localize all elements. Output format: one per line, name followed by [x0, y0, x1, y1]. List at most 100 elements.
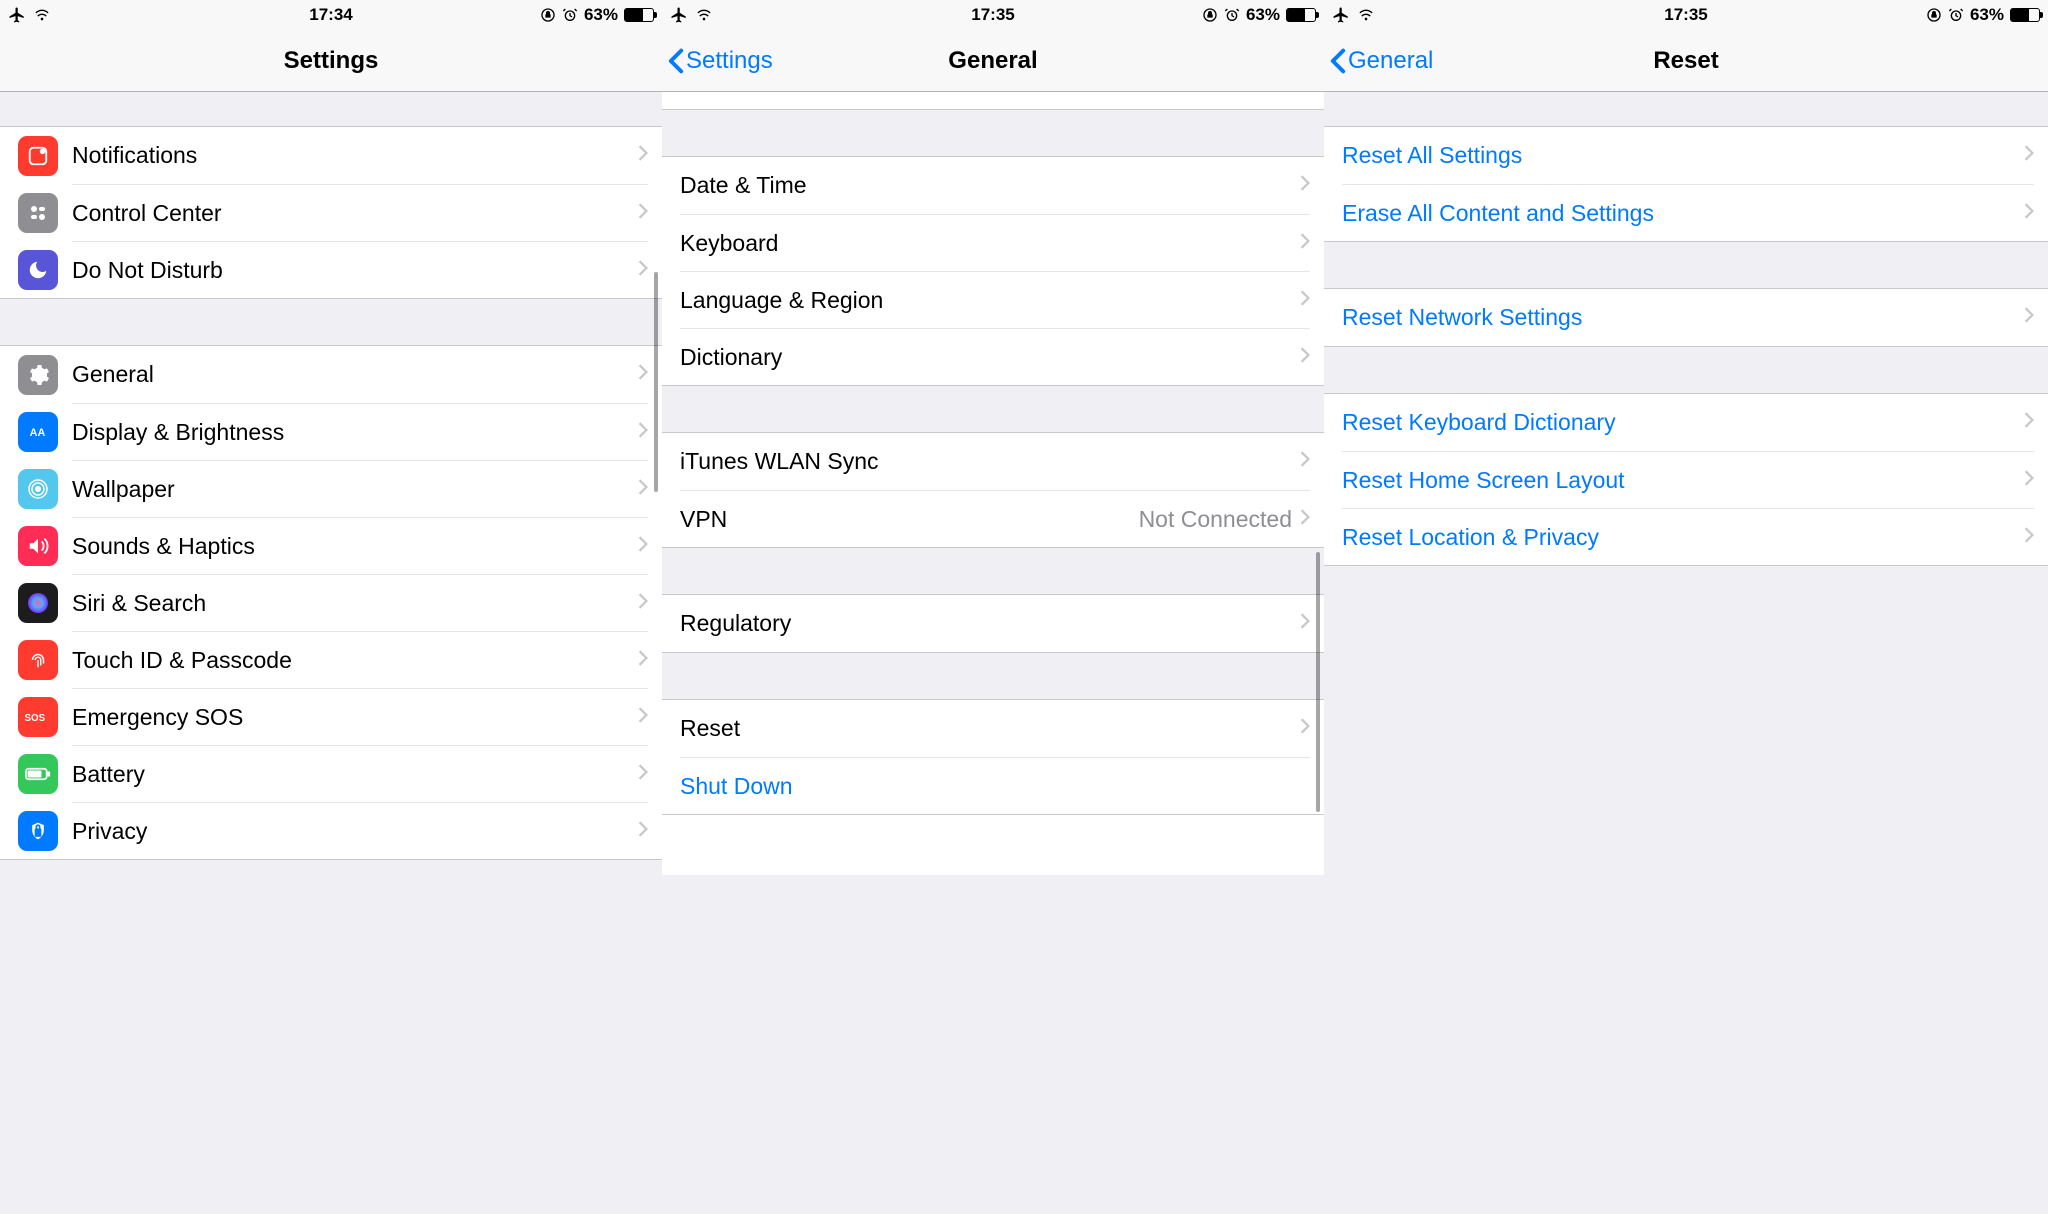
status-time: 17:34: [309, 5, 352, 25]
cell-label: Reset All Settings: [1342, 142, 2024, 169]
back-button[interactable]: Settings: [668, 47, 773, 75]
page-title: Reset: [1653, 47, 1718, 75]
chevron-right-icon: [2024, 307, 2034, 328]
nav-bar: Settings: [0, 30, 662, 92]
cell-label: Emergency SOS: [72, 704, 638, 731]
airplane-mode-icon: [8, 6, 26, 24]
wifi-icon: [32, 7, 52, 23]
wifi-icon: [694, 7, 714, 23]
cell-label: iTunes WLAN Sync: [680, 448, 1300, 475]
wallpaper-icon: [18, 469, 58, 509]
cell-label: Erase All Content and Settings: [1342, 200, 2024, 227]
row-siri-search[interactable]: Siri & Search: [0, 574, 662, 631]
row-reset-all-settings[interactable]: Reset All Settings: [1324, 127, 2048, 184]
row-do-not-disturb[interactable]: Do Not Disturb: [0, 241, 662, 298]
row-language-region[interactable]: Language & Region: [662, 271, 1324, 328]
row-control-center[interactable]: Control Center: [0, 184, 662, 241]
row-erase-all-content-and-settings[interactable]: Erase All Content and Settings: [1324, 184, 2048, 241]
battery-icon: [624, 8, 654, 22]
airplane-mode-icon: [670, 6, 688, 24]
wifi-icon: [1356, 7, 1376, 23]
battery-percent: 63%: [584, 5, 618, 25]
cell-label: Do Not Disturb: [72, 257, 638, 284]
nav-bar: General Reset: [1324, 30, 2048, 92]
chevron-right-icon: [638, 764, 648, 785]
cell-label: Touch ID & Passcode: [72, 647, 638, 674]
cell-label: Regulatory: [680, 610, 1300, 637]
page-title: General: [948, 47, 1037, 75]
alarm-icon: [1224, 7, 1240, 23]
cell-label: Shut Down: [680, 773, 1310, 800]
reset-list[interactable]: Reset All Settings Erase All Content and…: [1324, 92, 2048, 1214]
cell-label: Dictionary: [680, 344, 1300, 371]
row-reset-network-settings[interactable]: Reset Network Settings: [1324, 289, 2048, 346]
chevron-right-icon: [638, 821, 648, 842]
row-privacy[interactable]: Privacy: [0, 802, 662, 859]
chevron-right-icon: [1300, 451, 1310, 472]
back-button[interactable]: General: [1330, 47, 1433, 75]
svg-text:AA: AA: [30, 427, 46, 439]
cell-label: Privacy: [72, 818, 638, 845]
battery-percent: 63%: [1246, 5, 1280, 25]
chevron-right-icon: [2024, 470, 2034, 491]
row-date-time[interactable]: Date & Time: [662, 157, 1324, 214]
row-restrictions-partial[interactable]: Restrictions Off: [662, 92, 1324, 110]
row-shut-down[interactable]: Shut Down: [662, 757, 1324, 814]
status-bar: 17:35 63%: [662, 0, 1324, 30]
row-regulatory[interactable]: Regulatory: [662, 595, 1324, 652]
sounds-haptics-icon: [18, 526, 58, 566]
row-touch-id-passcode[interactable]: Touch ID & Passcode: [0, 631, 662, 688]
screen-general: 17:35 63% Settings General: [662, 0, 1324, 1214]
cell-label: Battery: [72, 761, 638, 788]
chevron-right-icon: [638, 707, 648, 728]
orientation-lock-icon: [540, 7, 556, 23]
status-time: 17:35: [971, 5, 1014, 25]
cell-label: General: [72, 361, 638, 388]
battery-icon: [1286, 8, 1316, 22]
row-display-brightness[interactable]: AA Display & Brightness: [0, 403, 662, 460]
alarm-icon: [1948, 7, 1964, 23]
cell-label: Reset Keyboard Dictionary: [1342, 409, 2024, 436]
settings-list[interactable]: Notifications Control Center Do Not Dist…: [0, 92, 662, 1214]
cell-label: VPN: [680, 506, 1139, 533]
back-label: Settings: [686, 47, 773, 75]
row-keyboard[interactable]: Keyboard: [662, 214, 1324, 271]
cell-label: Keyboard: [680, 230, 1300, 257]
screen-reset: 17:35 63% General Reset: [1324, 0, 2048, 1214]
control-center-icon: [18, 193, 58, 233]
display-brightness-icon: AA: [18, 412, 58, 452]
row-reset-home-screen-layout[interactable]: Reset Home Screen Layout: [1324, 451, 2048, 508]
general-list[interactable]: Restrictions Off Date & Time Keyboard La…: [662, 92, 1324, 1214]
row-reset-keyboard-dictionary[interactable]: Reset Keyboard Dictionary: [1324, 394, 2048, 451]
general-icon: [18, 355, 58, 395]
row-itunes-wlan-sync[interactable]: iTunes WLAN Sync: [662, 433, 1324, 490]
chevron-right-icon: [2024, 203, 2034, 224]
cell-label: Display & Brightness: [72, 419, 638, 446]
chevron-right-icon: [1300, 290, 1310, 311]
row-sounds-haptics[interactable]: Sounds & Haptics: [0, 517, 662, 574]
chevron-right-icon: [638, 260, 648, 281]
cell-label: Control Center: [72, 200, 638, 227]
row-wallpaper[interactable]: Wallpaper: [0, 460, 662, 517]
chevron-right-icon: [2024, 412, 2034, 433]
row-vpn[interactable]: VPN Not Connected: [662, 490, 1324, 547]
nav-bar: Settings General: [662, 30, 1324, 92]
row-notifications[interactable]: Notifications: [0, 127, 662, 184]
cell-label: Language & Region: [680, 287, 1300, 314]
row-emergency-sos[interactable]: SOS Emergency SOS: [0, 688, 662, 745]
cell-label: Reset Location & Privacy: [1342, 524, 2024, 551]
status-bar: 17:34 63%: [0, 0, 662, 30]
battery-percent: 63%: [1970, 5, 2004, 25]
cell-label: Wallpaper: [72, 476, 638, 503]
chevron-right-icon: [638, 422, 648, 443]
battery-icon: [2010, 8, 2040, 22]
cell-label: Date & Time: [680, 172, 1300, 199]
cell-label: Reset: [680, 715, 1300, 742]
cell-label: Siri & Search: [72, 590, 638, 617]
row-reset[interactable]: Reset: [662, 700, 1324, 757]
row-general[interactable]: General: [0, 346, 662, 403]
row-battery[interactable]: Battery: [0, 745, 662, 802]
row-dictionary[interactable]: Dictionary: [662, 328, 1324, 385]
row-reset-location-privacy[interactable]: Reset Location & Privacy: [1324, 508, 2048, 565]
chevron-right-icon: [2024, 145, 2034, 166]
